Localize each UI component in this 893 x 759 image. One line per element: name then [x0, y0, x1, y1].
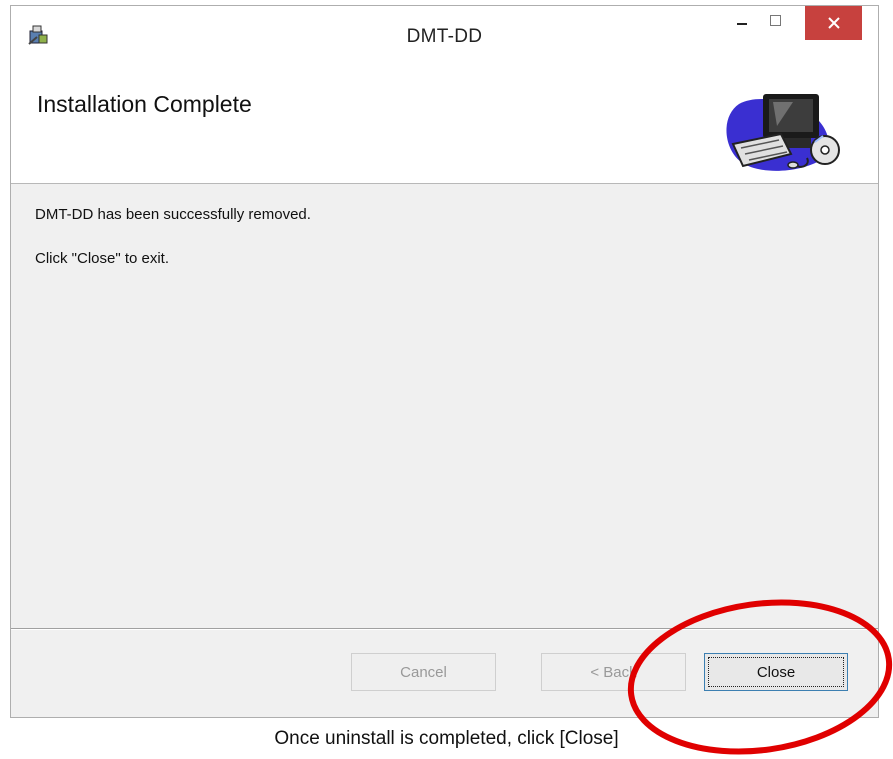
instruction-message: Click "Close" to exit. — [35, 250, 170, 267]
minimize-button[interactable] — [725, 6, 759, 36]
computer-cd-icon — [726, 94, 840, 171]
maximize-icon — [770, 15, 781, 26]
minimize-icon — [737, 23, 747, 25]
close-icon — [827, 17, 840, 29]
footer-divider — [11, 628, 878, 630]
maximize-button[interactable] — [759, 6, 793, 36]
cancel-button[interactable]: Cancel — [351, 653, 496, 691]
page-title: Installation Complete — [37, 91, 252, 117]
title-bar: DMT-DD — [11, 6, 878, 76]
installer-window: DMT-DD Installation Complete DMT-DD has … — [10, 5, 879, 718]
window-close-button[interactable] — [805, 6, 862, 40]
caption-text: Once uninstall is completed, click [Clos… — [274, 728, 619, 749]
close-button[interactable]: Close — [704, 653, 848, 691]
dialog-header: Installation Complete — [11, 76, 878, 184]
status-message: DMT-DD has been successfully removed. — [35, 206, 311, 223]
back-button[interactable]: < Back — [541, 653, 686, 691]
close-button-label: Close — [708, 657, 844, 687]
